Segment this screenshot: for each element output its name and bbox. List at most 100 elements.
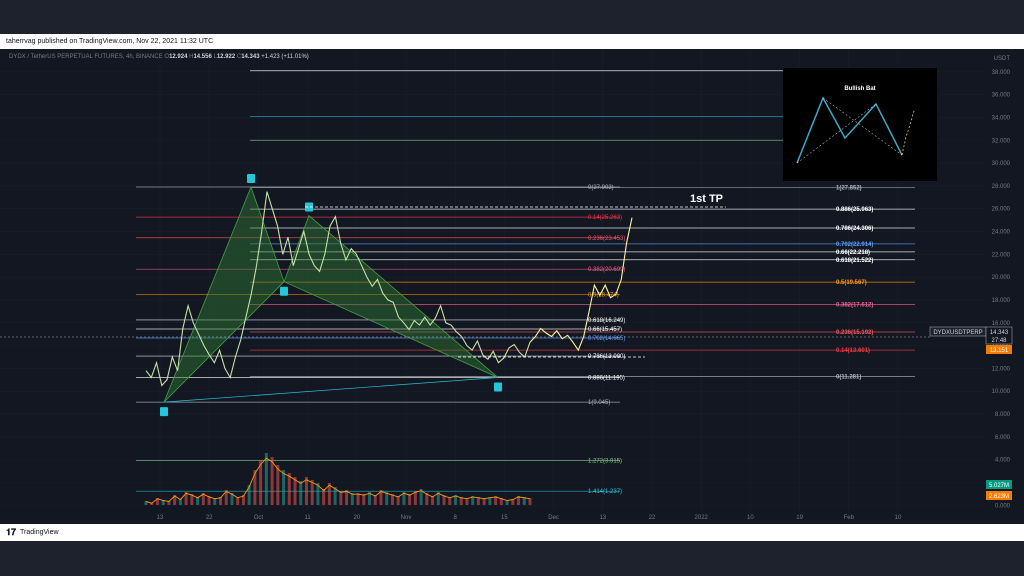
time-tick-label: 2022	[695, 515, 709, 521]
price-tick-label: 10.000	[992, 389, 1011, 395]
pattern-point-marker	[160, 407, 168, 417]
time-tick-label: Nov	[401, 515, 412, 521]
symbol-tag: DYDXUSDTPERP	[933, 330, 982, 336]
volume-bar	[322, 489, 326, 505]
time-tick-label: Dec	[548, 515, 559, 521]
currency-label: USDT	[994, 56, 1011, 62]
fib-right-label: 0.618(21.522)	[836, 258, 873, 264]
publisher-text: taherrvag published on TradingView.com, …	[6, 38, 214, 45]
pattern-bcd-triangle	[283, 214, 499, 378]
pattern-xd-line	[163, 377, 499, 403]
volume-bar	[528, 498, 532, 505]
price-tick-label: 8.000	[995, 412, 1011, 418]
pattern-point-marker	[280, 286, 288, 296]
publish-header: taherrvag published on TradingView.com, …	[0, 34, 1024, 49]
time-tick-label: 10	[747, 515, 754, 521]
level-tag: 13.151	[990, 348, 1009, 354]
fib-right-label: 1(27.852)	[836, 186, 862, 192]
price-tick-label: 0.000	[995, 503, 1011, 509]
volume-bar	[310, 480, 314, 505]
inset-title: Bullish Bat	[844, 86, 875, 92]
time-tick-label: 20	[353, 515, 360, 521]
price-tick-label: 36.000	[992, 93, 1011, 99]
high-value: 14.556	[193, 54, 212, 60]
time-tick-label: 8	[454, 515, 458, 521]
fib-right-label: 0.786(24.306)	[836, 226, 873, 232]
volume-bar	[339, 491, 343, 505]
fib-right-label: 0.886(25.963)	[836, 207, 873, 213]
vol2-tag: 2.623M	[989, 494, 1009, 500]
top-margin	[0, 0, 1024, 34]
bottom-margin	[0, 541, 1024, 576]
fib-left-label: 0.14(25.263)	[588, 215, 622, 221]
price-tick-label: 4.000	[995, 458, 1011, 464]
volume-bar	[287, 473, 291, 505]
volume-bar	[276, 465, 280, 505]
fib-right-label: 0.66(22.218)	[836, 250, 870, 256]
volume-bar	[373, 495, 377, 505]
fib-right-label: 0.382(17.612)	[836, 302, 873, 308]
time-tick-label: 15	[501, 515, 508, 521]
annotation-layer: 1st TP	[0, 193, 930, 358]
countdown-tag: 27:48	[991, 338, 1007, 344]
fib-right-label: 0(11.281)	[836, 375, 861, 381]
fib-left-label: 1.272(3.915)	[588, 459, 622, 465]
volume-bar	[282, 470, 286, 505]
fib-right-label: 0.702(22.914)	[836, 242, 873, 248]
price-tick-label: 26.000	[992, 207, 1011, 213]
price-tick-label: 28.000	[992, 184, 1011, 190]
brand-name: TradingView	[20, 529, 59, 536]
fib-right-label: 0.5(19.567)	[836, 280, 867, 286]
time-tick-label: 22	[649, 515, 656, 521]
low-value: 12.922	[216, 54, 236, 60]
open-value: 12.924	[169, 54, 188, 60]
vol1-tag: 5.027M	[989, 483, 1009, 489]
symbol-title: DYDX / TetherUS PERPETUAL FUTURES, 4h, B…	[9, 54, 163, 60]
time-tick-label: 13	[599, 515, 606, 521]
last-price-tag: 14.343	[990, 330, 1009, 336]
price-tick-label: 12.000	[992, 366, 1011, 372]
fib-left-label: 0.382(20.699)	[588, 267, 625, 273]
price-tick-label: 18.000	[992, 298, 1011, 304]
time-tick-label: 19	[796, 515, 803, 521]
change-value: +1.423 (+11.01%)	[261, 54, 309, 60]
price-tick-label: 24.000	[992, 230, 1011, 236]
volume-bar	[299, 481, 303, 505]
price-tick-label: 38.000	[992, 70, 1011, 76]
price-chart[interactable]: 0(27.903) 0.14(25.263) 0.236(23.453) 0.382(…	[0, 49, 1024, 524]
time-tick-label: Feb	[844, 515, 855, 521]
ohlc-legend: DYDX / TetherUS PERPETUAL FUTURES, 4h, B…	[9, 54, 309, 60]
time-tick-label: Oct	[254, 515, 264, 521]
volume-bar	[362, 494, 366, 505]
fib-right-label: 0.14(13.601)	[836, 348, 870, 354]
pattern-point-marker	[247, 173, 255, 183]
price-tick-label: 22.000	[992, 252, 1011, 258]
fib-right-label: 0.236(15.192)	[836, 330, 873, 336]
first-tp-label: 1st TP	[690, 193, 723, 205]
bullish-bat-inset: Bullish Bat	[783, 68, 937, 181]
publish-footer: 𝟏𝟕 TradingView	[0, 524, 1024, 541]
fib-left-label: 0.618(16.249)	[588, 318, 625, 324]
volume-bar	[270, 457, 274, 505]
price-tick-label: 20.000	[992, 275, 1011, 281]
time-tick-label: 13	[157, 515, 164, 521]
price-tick-label: 32.000	[992, 138, 1011, 144]
price-tick-label: 6.000	[995, 435, 1011, 441]
tradingview-logo-icon: 𝟏𝟕	[6, 527, 17, 537]
pattern-point-marker	[494, 382, 502, 392]
volume-bar	[350, 493, 354, 505]
volume-bar	[293, 477, 297, 505]
fib-left-label: 1.414(1.237)	[588, 489, 622, 495]
price-tick-label: 30.000	[992, 161, 1011, 167]
volume-bar	[264, 453, 268, 505]
close-value: 14.343	[241, 54, 260, 60]
time-tick-label: 11	[304, 515, 311, 521]
price-tick-label: 16.000	[992, 321, 1011, 327]
harmonic-pattern-layer	[160, 173, 502, 417]
price-tick-label: 34.000	[992, 115, 1011, 121]
fib-left-label: 0.236(23.453)	[588, 236, 625, 242]
time-tick-label: 10	[895, 515, 902, 521]
time-tick-label: 22	[206, 515, 213, 521]
fib-left-label: 0(27.903)	[588, 185, 614, 191]
fib-left-label: 1(9.045)	[588, 400, 610, 406]
